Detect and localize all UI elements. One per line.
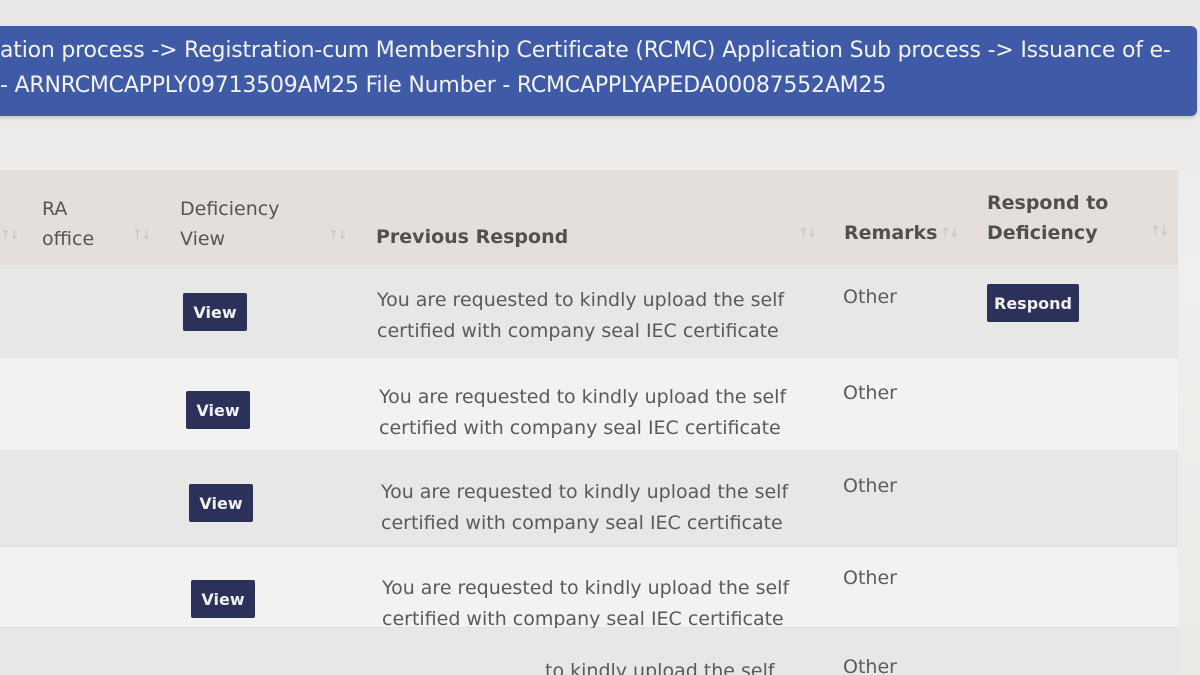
remarks-value: Other [843, 475, 897, 497]
table-row: to kindly upload the self Other [0, 628, 1178, 675]
header-respond-line2: Deficiency [987, 222, 1098, 244]
previous-respond-text: You are requested to kindly upload the s… [377, 289, 785, 342]
header-ra-office[interactable]: RA office [42, 194, 94, 254]
remarks-value: Other [843, 656, 897, 675]
previous-respond-text: You are requested to kindly upload the s… [379, 386, 787, 439]
table-row: View You are requested to kindly upload … [0, 265, 1178, 358]
page: ation process -> Registration-cum Member… [0, 0, 1200, 675]
table-row: View You are requested to kindly upload … [0, 451, 1178, 547]
remarks-value: Other [843, 382, 897, 404]
table-row: View You are requested to kindly upload … [0, 358, 1178, 451]
header-deficiency-view[interactable]: Deficiency View [180, 194, 279, 254]
breadcrumb-banner: ation process -> Registration-cum Member… [0, 26, 1197, 116]
sort-icon[interactable]: ↑↓ [132, 228, 152, 243]
table-row: View You are requested to kindly upload … [0, 547, 1178, 630]
header-deficiency-view-line1: Deficiency [180, 198, 280, 220]
respond-button[interactable]: Respond [987, 284, 1079, 322]
header-respond-to-deficiency[interactable]: Respond to Deficiency [987, 188, 1108, 248]
remarks-value: Other [843, 567, 897, 589]
sort-icon[interactable]: ↑↓ [0, 228, 20, 243]
header-previous-respond[interactable]: Previous Respond [376, 222, 568, 252]
sort-icon[interactable]: ↑↓ [940, 226, 960, 241]
previous-respond-text: You are requested to kindly upload the s… [382, 577, 790, 630]
view-button[interactable]: View [189, 484, 253, 522]
sort-icon[interactable]: ↑↓ [328, 228, 348, 243]
view-button[interactable]: View [183, 293, 247, 331]
view-button[interactable]: View [191, 580, 255, 618]
previous-respond-text: to kindly upload the self [545, 660, 775, 675]
view-button[interactable]: View [186, 391, 250, 429]
header-remarks[interactable]: Remarks [844, 218, 937, 248]
sort-icon[interactable]: ↑↓ [798, 226, 818, 241]
previous-respond-text: You are requested to kindly upload the s… [381, 481, 789, 534]
header-ra-office-line2: office [42, 228, 95, 250]
deficiency-table: ↑↓ RA office ↑↓ Deficiency View ↑↓ Previ… [0, 170, 1178, 675]
header-respond-line1: Respond to [987, 192, 1109, 214]
arn-file-number: - ARNRCMCAPPLY09713509AM25 File Number -… [0, 73, 887, 98]
table-header: ↑↓ RA office ↑↓ Deficiency View ↑↓ Previ… [0, 170, 1178, 266]
breadcrumb-process: ation process -> Registration-cum Member… [0, 38, 1171, 63]
remarks-value: Other [843, 286, 897, 308]
header-deficiency-view-line2: View [180, 228, 226, 250]
sort-icon[interactable]: ↑↓ [1150, 224, 1170, 239]
header-ra-office-line1: RA [42, 198, 68, 220]
